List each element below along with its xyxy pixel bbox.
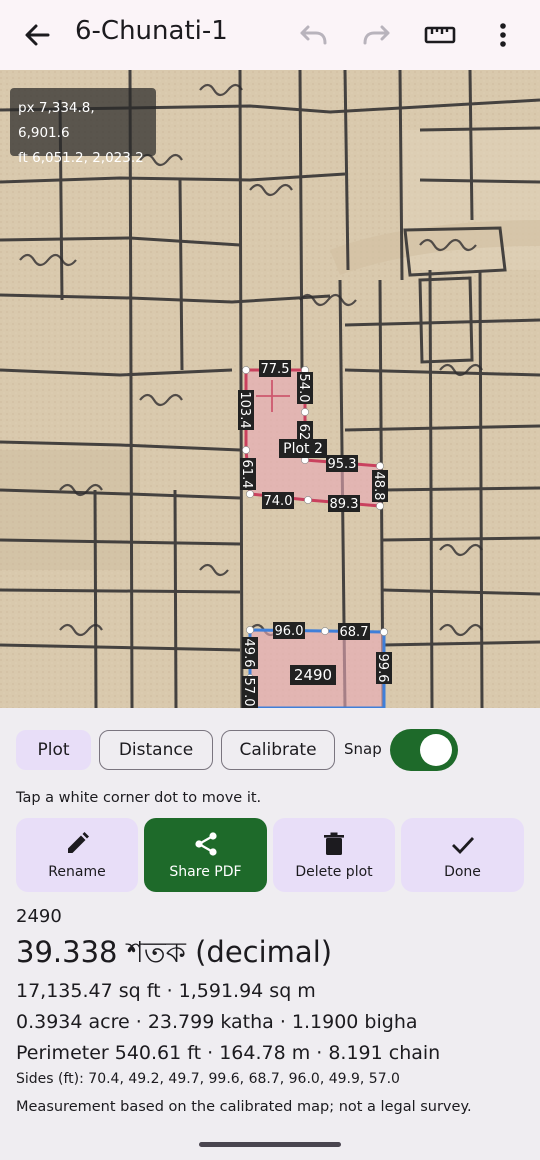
share-pdf-label: Share PDF — [169, 864, 242, 880]
perimeter: Perimeter 540.61 ft · 164.78 m · 8.191 c… — [16, 1042, 441, 1064]
map-title: 6-Chunati-1 — [75, 16, 228, 46]
svg-text:57.0: 57.0 — [241, 678, 256, 707]
rename-button[interactable]: Rename — [16, 818, 138, 892]
mode-distance-button[interactable]: Distance — [99, 730, 213, 770]
rename-label: Rename — [48, 864, 106, 880]
redo-icon[interactable] — [360, 19, 394, 51]
ruler-icon[interactable] — [422, 19, 458, 51]
svg-text:49.6: 49.6 — [241, 639, 256, 668]
done-button[interactable]: Done — [401, 818, 524, 892]
snap-toggle-knob — [420, 734, 452, 766]
coord-ft: ft 6,051.2, 2,023.2 — [18, 150, 144, 166]
plot-actions: Rename Share PDF Delete plot Done — [16, 818, 524, 892]
mode-calibrate-button[interactable]: Calibrate — [221, 730, 335, 770]
plot-2490-name-label: 2490 — [290, 665, 336, 685]
back-arrow-icon[interactable] — [20, 19, 54, 51]
svg-text:2490: 2490 — [294, 666, 332, 684]
svg-text:48.8: 48.8 — [371, 472, 386, 501]
edge-label: 89.3 — [328, 495, 360, 512]
snap-label: Snap — [344, 740, 382, 758]
edge-label: 103.4 — [237, 390, 254, 430]
top-app-bar: 6-Chunati-1 — [0, 0, 540, 70]
svg-text:74.0: 74.0 — [264, 494, 293, 509]
coordinate-readout: px 7,334.8, 6,901.6 ft 6,051.2, 2,023.2 — [10, 88, 156, 166]
more-vert-icon[interactable] — [488, 19, 518, 51]
edge-label: 95.3 — [326, 455, 358, 472]
area-decimal: 39.338 শতক (decimal) — [16, 935, 333, 969]
edge-label: 99.6 — [375, 652, 392, 684]
share-icon — [192, 830, 220, 858]
area-land-units: 0.3934 acre · 23.799 katha · 1.1900 bigh… — [16, 1011, 418, 1033]
svg-text:99.6: 99.6 — [375, 654, 390, 683]
edge-label: 74.0 — [262, 492, 294, 509]
svg-text:62: 62 — [296, 424, 311, 441]
edge-label: 57.0 — [241, 676, 258, 708]
svg-text:Plot 2: Plot 2 — [283, 441, 323, 457]
edge-label: 54.0 — [296, 372, 313, 404]
coord-px: px 7,334.8, 6,901.6 — [18, 100, 95, 141]
snap-toggle[interactable] — [390, 729, 458, 771]
edge-label: 49.6 — [241, 637, 258, 669]
edge-label: 68.7 — [338, 623, 370, 640]
svg-text:95.3: 95.3 — [328, 457, 357, 472]
gesture-handle[interactable] — [199, 1142, 341, 1147]
pencil-icon — [63, 830, 91, 858]
delete-plot-button[interactable]: Delete plot — [273, 818, 395, 892]
edge-label: 77.5 — [259, 360, 291, 377]
sides-list: Sides (ft): 70.4, 49.2, 49.7, 99.6, 68.7… — [16, 1071, 400, 1087]
plot-2-name-label: Plot 2 — [279, 439, 327, 458]
share-pdf-button[interactable]: Share PDF — [144, 818, 267, 892]
svg-text:77.5: 77.5 — [261, 362, 290, 377]
done-label: Done — [444, 864, 481, 880]
map-canvas[interactable]: 77.5 54.0 103.4 62 95.3 61.4 48.8 74.0 8… — [0, 70, 540, 708]
mode-plot-button[interactable]: Plot — [16, 730, 91, 770]
disclaimer: Measurement based on the calibrated map;… — [16, 1099, 472, 1115]
hint-text: Tap a white corner dot to move it. — [16, 790, 262, 806]
edge-label: 96.0 — [273, 622, 305, 639]
edge-label: 48.8 — [371, 470, 388, 502]
check-icon — [449, 830, 477, 858]
svg-text:61.4: 61.4 — [239, 460, 254, 489]
svg-text:96.0: 96.0 — [275, 624, 304, 639]
svg-text:103.4: 103.4 — [237, 391, 252, 428]
svg-text:89.3: 89.3 — [330, 497, 359, 512]
svg-text:54.0: 54.0 — [296, 374, 311, 403]
bottom-panel: Plot Distance Calibrate Snap Tap a white… — [0, 708, 540, 1160]
trash-icon — [320, 830, 348, 858]
area-sq: 17,135.47 sq ft · 1,591.94 sq m — [16, 980, 316, 1002]
undo-icon[interactable] — [296, 19, 330, 51]
plot-id: 2490 — [16, 906, 62, 927]
svg-text:68.7: 68.7 — [340, 625, 369, 640]
edge-label: 61.4 — [239, 458, 256, 490]
delete-plot-label: Delete plot — [295, 864, 373, 880]
mode-selector: Plot Distance Calibrate — [16, 730, 335, 770]
